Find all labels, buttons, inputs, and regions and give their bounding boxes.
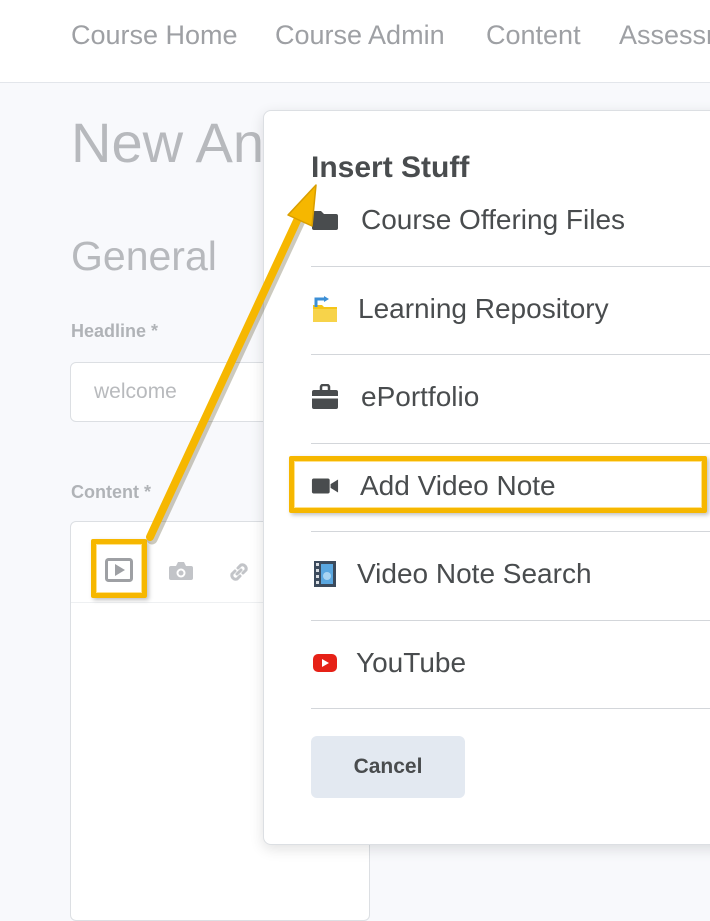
course-navbar: Course Home Course Admin Content Assessm [0, 0, 710, 83]
film-icon [311, 560, 339, 588]
nav-assessments[interactable]: Assessm [619, 20, 710, 51]
repository-icon [311, 295, 339, 323]
menu-item-eportfolio[interactable]: ePortfolio [311, 353, 710, 441]
video-icon [105, 558, 133, 582]
menu-item-label: Add Video Note [360, 470, 556, 501]
content-label: Content * [71, 482, 151, 502]
insert-image-button[interactable] [165, 556, 197, 586]
menu-item-youtube[interactable]: YouTube [311, 619, 710, 707]
folder-icon [311, 206, 339, 234]
camera-icon [169, 562, 193, 580]
nav-course-admin[interactable]: Course Admin [275, 20, 445, 51]
menu-item-video-note-search[interactable]: Video Note Search [311, 530, 710, 618]
video-camera-icon [311, 472, 339, 500]
page-title: New An [71, 111, 264, 174]
menu-item-course-offering-files[interactable]: Course Offering Files [311, 176, 710, 264]
section-title-general: General [71, 233, 217, 279]
insert-stuff-dialog: Insert Stuff Course Offering Files Learn… [263, 110, 710, 845]
insert-stuff-button[interactable] [101, 552, 137, 588]
menu-item-label: Video Note Search [357, 558, 592, 589]
nav-content[interactable]: Content [486, 20, 581, 51]
headline-label: Headline * [71, 321, 159, 341]
menu-item-label: Course Offering Files [361, 204, 626, 235]
cancel-button[interactable]: Cancel [311, 736, 465, 798]
youtube-icon [311, 649, 339, 677]
menu-item-label: Learning Repository [358, 293, 609, 324]
insert-link-button[interactable] [223, 556, 255, 588]
menu-item-add-video-note[interactable]: Add Video Note [311, 442, 710, 530]
menu-item-label: ePortfolio [361, 381, 480, 412]
nav-course-home[interactable]: Course Home [71, 20, 238, 51]
menu-item-learning-repository[interactable]: Learning Repository [311, 265, 710, 353]
briefcase-icon [311, 383, 339, 411]
divider [311, 708, 710, 709]
menu-item-label: YouTube [356, 647, 467, 678]
link-icon [230, 563, 248, 581]
